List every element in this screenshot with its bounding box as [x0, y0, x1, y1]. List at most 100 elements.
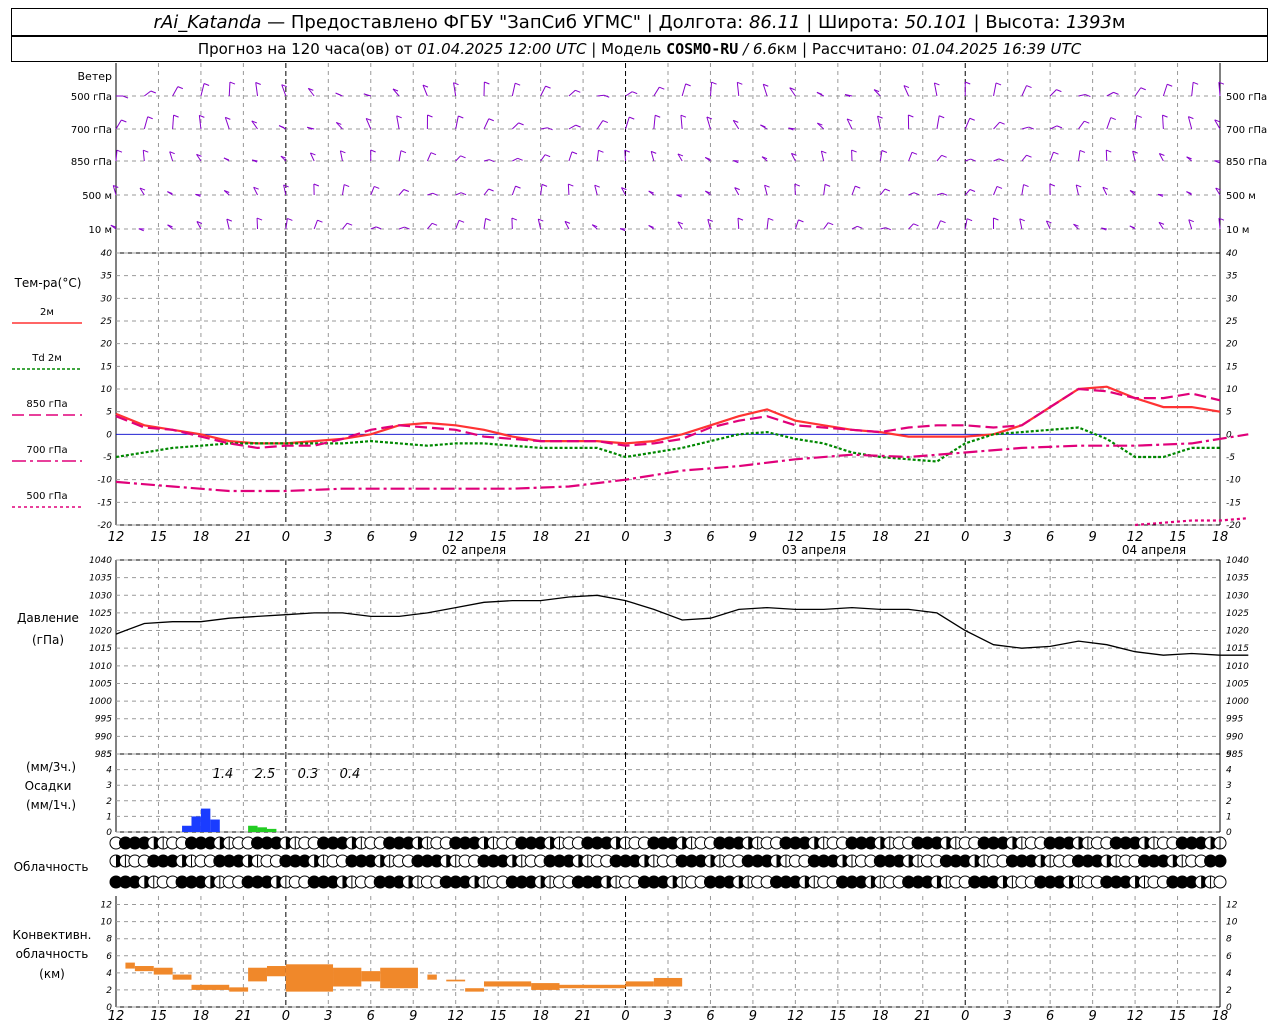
- wind-barb: [172, 115, 175, 130]
- convective-cloud-bar: [191, 984, 230, 990]
- wind-barb: [511, 185, 517, 196]
- wind-barb-flag: [256, 217, 263, 221]
- wind-barb-flag: [199, 114, 205, 118]
- precip-total-2: 2.5: [255, 767, 276, 782]
- wind-barb-flag: [996, 185, 1003, 189]
- convective-cloud-bar: [229, 987, 249, 992]
- wind-barb: [567, 184, 570, 196]
- wind-barb: [398, 150, 402, 162]
- wind-barb-flag: [545, 85, 551, 89]
- hour-tick-label: 9: [749, 530, 757, 545]
- wind-barb-flag: [484, 81, 490, 85]
- precip-tick-label: 4: [106, 766, 112, 776]
- wind-barb: [483, 188, 490, 196]
- temp-tick-label: 25: [1226, 317, 1238, 327]
- wind-barb: [1162, 115, 1164, 130]
- pressure-tick-label: 1040: [1226, 556, 1249, 566]
- wind-barb: [1049, 89, 1057, 97]
- hour-tick-label: 0: [621, 530, 629, 545]
- wind-barb-flag: [884, 188, 891, 192]
- wind-barb: [540, 127, 548, 130]
- wind-barb: [766, 218, 769, 230]
- convective-tick-label: 12: [101, 901, 113, 911]
- wind-barb-flag: [485, 218, 491, 221]
- convective-cloud-bar: [248, 967, 267, 982]
- wind-barb: [143, 116, 149, 130]
- hour-tick-label: 3: [664, 530, 672, 545]
- wind-barb: [1021, 126, 1029, 130]
- wind-barb-flag: [403, 189, 410, 192]
- hour-tick-label: 12: [1127, 1009, 1144, 1024]
- precip-bar: [248, 825, 258, 832]
- wind-barb-flag: [343, 184, 350, 188]
- wind-barb-flag: [427, 114, 433, 118]
- hour-tick-label: 6: [1046, 530, 1054, 545]
- convective-cloud-bar: [465, 988, 484, 992]
- wind-barb: [483, 159, 490, 162]
- wind-barb-flag: [1084, 120, 1090, 124]
- wind-barb-flag: [737, 81, 743, 85]
- wind-barb-flag: [1056, 89, 1062, 93]
- convective-unit: (км): [39, 967, 65, 981]
- hour-tick-label: 6: [706, 1009, 714, 1024]
- wind-barb: [313, 220, 318, 230]
- convective-tick-label: 2: [106, 986, 112, 996]
- wind-barb-flag: [1162, 114, 1168, 118]
- wind-barb-flag: [598, 149, 604, 153]
- temp-tick-label: 20: [101, 340, 113, 350]
- wind-barb-flag: [177, 86, 184, 90]
- hour-tick-label: 21: [914, 1009, 931, 1024]
- hour-tick-label: 9: [409, 1009, 417, 1024]
- temp-tick-label: 25: [101, 317, 113, 327]
- pressure-tick-label: 1020: [89, 627, 112, 637]
- convective-tick-label: 4: [106, 969, 112, 979]
- temp-title: Тем-ра(°C): [14, 276, 82, 290]
- convective-cloud-bar: [380, 967, 418, 989]
- hour-tick-label: 15: [1169, 530, 1186, 545]
- temp-tick-label: -10: [97, 476, 112, 486]
- wind-barb: [228, 82, 231, 97]
- wind-barb-flag: [1079, 149, 1086, 153]
- wind-barb-flag: [908, 114, 914, 118]
- pressure-tick-label: 1030: [89, 591, 112, 601]
- wind-barb-flag: [1136, 114, 1142, 118]
- wind-barb-flag: [255, 82, 261, 85]
- wind-barb: [681, 83, 687, 97]
- temp-tick-label: 40: [101, 249, 113, 259]
- wind-barb: [1021, 184, 1025, 196]
- temp-tick-label: 35: [1226, 272, 1238, 282]
- hour-tick-label: 9: [1088, 530, 1096, 545]
- temp-tick-label: 0: [1226, 430, 1232, 440]
- wind-barb: [879, 188, 886, 196]
- wind-barb-flag: [1026, 154, 1032, 158]
- wind-barb-flag: [460, 192, 467, 196]
- wind-barb-flag: [375, 226, 382, 230]
- precip-bar: [210, 819, 220, 832]
- convective-cloud-bar: [125, 962, 135, 969]
- hour-tick-label: 9: [409, 530, 417, 545]
- wind-barb: [483, 118, 490, 130]
- wind-barb: [936, 155, 943, 162]
- precip-unit-top: (мм/3ч.): [26, 760, 76, 774]
- convective-tick-label: 0: [1226, 1003, 1232, 1013]
- convective-tick-label: 12: [1226, 901, 1238, 911]
- wind-barb-flag: [370, 149, 376, 153]
- wind-barb: [398, 189, 405, 196]
- temp-tick-label: 0: [106, 430, 112, 440]
- cloud-cover-circle: [1213, 854, 1227, 868]
- temp-legend-label: 2м: [40, 307, 54, 318]
- convective-cloud-bar: [427, 974, 437, 980]
- wind-barb-flag: [432, 192, 439, 196]
- wind-barb: [964, 189, 971, 196]
- precip-tick-label: 0: [1226, 828, 1232, 838]
- wind-barb-flag: [999, 121, 1005, 125]
- wind-barb-flag: [913, 223, 919, 227]
- wind-barb-flag: [1110, 117, 1116, 120]
- wind-barb-flag: [317, 219, 323, 223]
- convective-cloud-bar: [361, 971, 381, 982]
- wind-barb: [993, 82, 997, 97]
- wind-barb-flag: [680, 114, 687, 118]
- wind-barb-flag: [514, 82, 521, 86]
- wind-barb: [1075, 184, 1079, 196]
- temp-tick-label: 15: [101, 362, 113, 372]
